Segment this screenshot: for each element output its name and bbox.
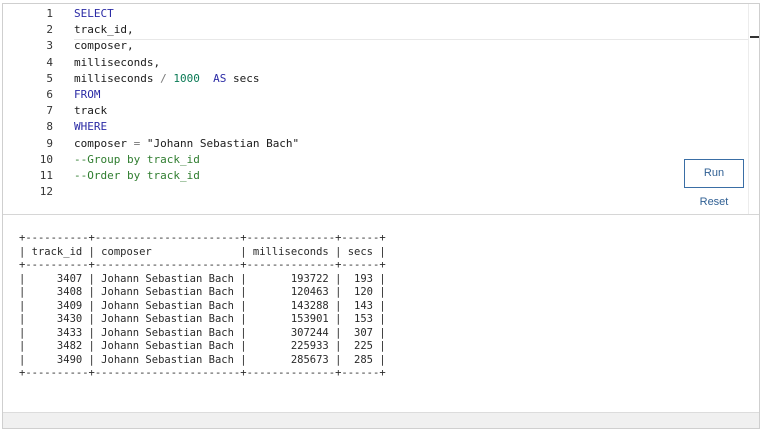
code-line[interactable]: composer = "Johann Sebastian Bach" [74,136,750,152]
code-line[interactable]: --Group by track_id [74,152,750,168]
code-token: composer [74,136,134,150]
table-row: | 3433 | Johann Sebastian Bach | 307244 … [19,326,386,339]
table-border: +----------+-----------------------+----… [19,232,386,244]
reset-link[interactable]: Reset [684,195,744,209]
status-bar [3,412,759,428]
code-area[interactable]: SELECT track_id, composer, milliseconds, mil… [74,6,750,200]
code-token: WHERE [74,120,108,134]
table-row: | 3409 | Johann Sebastian Bach | 143288 … [19,299,386,312]
code-token: SELECT [74,7,114,20]
table-row: | 3430 | Johann Sebastian Bach | 153901 … [19,313,386,325]
table-border: +----------+-----------------------+----… [19,367,386,379]
code-line[interactable]: SELECT [74,6,750,22]
table-row: | 3490 | Johann Sebastian Bach | 285673 … [19,353,386,366]
table-row: | 3482 | Johann Sebastian Bach | 225933 … [19,340,386,352]
table-row: | 3407 | Johann Sebastian Bach | 193722 … [19,272,386,285]
line-number: 9 [46,136,53,150]
editor-scrollbar[interactable] [748,4,759,214]
code-token: milliseconds [74,71,161,85]
code-line[interactable]: FROM [74,87,750,103]
code-token: --Order by track_id [74,168,200,182]
code-line[interactable]: milliseconds, [74,55,750,71]
line-number: 3 [46,39,53,53]
run-button[interactable]: Run [684,159,744,188]
code-line[interactable]: WHERE [74,119,750,135]
code-token: secs [226,71,260,85]
code-token: AS [213,71,227,85]
code-line[interactable] [74,184,750,200]
code-line[interactable]: composer, [74,38,750,54]
table-border: +----------+-----------------------+----… [19,259,386,271]
scrollbar-thumb[interactable] [750,36,759,38]
code-token: --Group by track_id [74,152,200,166]
line-number: 12 [39,185,53,199]
line-number: 4 [46,55,53,69]
code-line[interactable]: track [74,103,750,119]
code-line[interactable]: milliseconds / 1000 AS secs [74,71,750,87]
line-number-gutter: 1 2 3 4 5 6 7 8 9 10 11 12 [3,6,55,200]
code-token: 1000 [173,71,200,85]
code-token: composer, [74,39,134,53]
line-number: 7 [46,104,53,118]
code-line[interactable]: track_id, [74,22,750,38]
query-window: 1 2 3 4 5 6 7 8 9 10 11 12 SELECT track_id, composer,… [2,3,760,429]
code-token: / [160,71,167,85]
line-number: 11 [39,168,53,182]
code-token: track [74,104,108,118]
code-line[interactable]: --Order by track_id [74,168,750,184]
sql-editor[interactable]: 1 2 3 4 5 6 7 8 9 10 11 12 SELECT track_id, composer,… [3,4,759,214]
query-result-table: +----------+-----------------------+----… [19,232,386,381]
line-number: 2 [46,23,53,37]
line-number: 10 [39,152,53,166]
table-row: | 3408 | Johann Sebastian Bach | 120463 … [19,286,386,298]
code-token: FROM [74,87,101,101]
line-number: 8 [46,120,53,134]
line-number: 6 [46,87,53,101]
editor-result-divider [3,214,759,215]
code-token: "Johann Sebastian Bach" [146,136,300,150]
table-header: | track_id | composer | milliseconds | s… [19,245,386,258]
line-number: 1 [46,7,53,20]
code-token: track_id, [74,23,134,37]
line-number: 5 [46,71,53,85]
code-token: milliseconds, [74,55,161,69]
